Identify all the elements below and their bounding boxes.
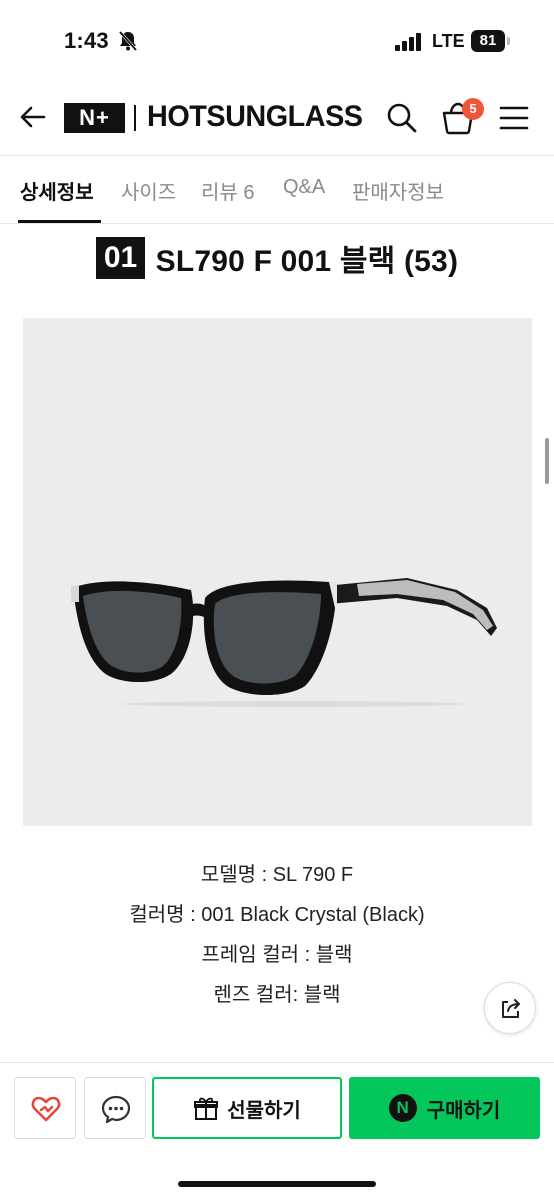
home-indicator[interactable] xyxy=(178,1181,376,1187)
tab-seller-info[interactable]: 판매자정보 xyxy=(352,176,444,205)
info-frame-color: 프레임 컬러 : 블랙 xyxy=(201,944,353,966)
sunglasses-image xyxy=(71,578,497,707)
product-number: 01 xyxy=(95,237,146,279)
info-model: 모델명 : SL 790 F xyxy=(200,864,354,886)
product-image[interactable] xyxy=(23,318,532,826)
scrollbar-thumb[interactable] xyxy=(545,438,549,484)
chat-button[interactable] xyxy=(84,1077,146,1139)
share-button[interactable] xyxy=(484,982,536,1034)
battery-level: 81 xyxy=(471,30,505,52)
product-name: SL790 F 001 블랙 (53) xyxy=(155,245,459,278)
gift-icon xyxy=(194,1097,219,1120)
search-icon[interactable] xyxy=(386,102,418,134)
back-arrow-icon[interactable] xyxy=(18,102,48,132)
chat-bubble-icon xyxy=(101,1095,131,1124)
info-lens-color: 렌즈 컬러: 블랙 xyxy=(213,984,341,1006)
logo-mark[interactable]: N+ xyxy=(64,103,125,133)
bottom-action-bar: 선물하기 N 구매하기 xyxy=(0,1062,554,1200)
menu-icon[interactable] xyxy=(499,105,529,131)
status-bar: 1:43 LTE 81 xyxy=(0,0,554,80)
bell-muted-icon xyxy=(118,31,138,51)
logo-divider xyxy=(134,105,136,131)
share-icon xyxy=(502,999,520,1018)
tab-reviews[interactable]: 리뷰 6 xyxy=(201,176,254,205)
logo-text[interactable]: HOTSUNGLASS xyxy=(147,100,363,134)
gift-button-label: 선물하기 xyxy=(227,1099,301,1122)
signal-icon xyxy=(395,33,421,51)
naver-pay-icon: N xyxy=(388,1094,417,1122)
cart-count-badge: 5 xyxy=(462,98,484,120)
product-tabs: 상세정보 사이즈 리뷰 6 Q&A 판매자정보 xyxy=(0,156,554,224)
buy-button[interactable]: N 구매하기 xyxy=(349,1077,540,1139)
tab-qna[interactable]: Q&A xyxy=(283,176,325,199)
product-info: 모델명 : SL 790 F 컬러명 : 001 Black Crystal (… xyxy=(0,858,554,1018)
buy-button-label: 구매하기 xyxy=(426,1099,501,1122)
app-header: N+ HOTSUNGLASS 5 xyxy=(0,80,554,156)
wishlist-button[interactable] xyxy=(14,1077,76,1139)
tab-size[interactable]: 사이즈 xyxy=(121,176,176,205)
network-label: LTE xyxy=(432,31,465,51)
product-title: 01 SL790 F 001 블랙 (53) xyxy=(0,236,554,282)
battery-icon: 81 xyxy=(471,30,511,52)
info-color-name: 컬러명 : 001 Black Crystal (Black) xyxy=(129,904,425,926)
tab-details[interactable]: 상세정보 xyxy=(20,176,94,205)
status-time: 1:43 xyxy=(64,28,109,53)
active-tab-indicator xyxy=(18,220,101,223)
gift-button[interactable]: 선물하기 xyxy=(152,1077,342,1139)
heart-icon xyxy=(31,1096,61,1122)
